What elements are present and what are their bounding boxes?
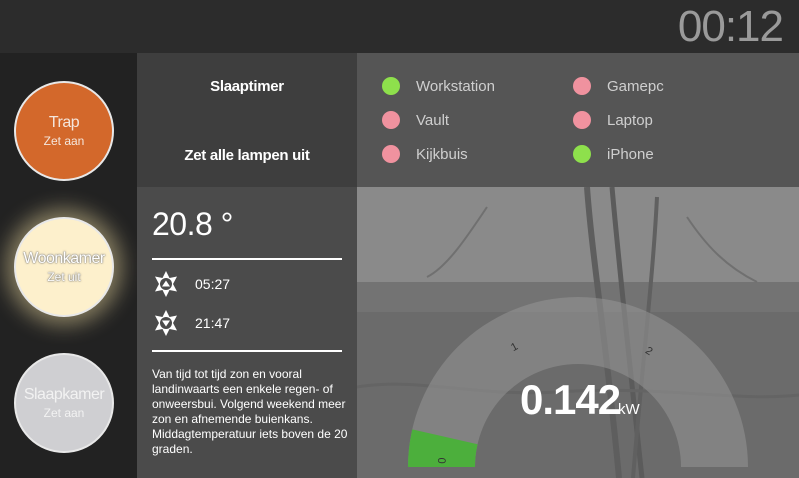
status-dot-icon: [382, 111, 400, 129]
power-panel: 0 1 2 0.142 kW: [357, 187, 799, 478]
sunset-time: 21:47: [195, 315, 231, 331]
status-dot-icon: [382, 77, 400, 95]
lamp-name: Woonkamer: [23, 250, 105, 267]
device-item-kijkbuis: Kijkbuis: [382, 145, 468, 163]
lamp-action: Zet uit: [47, 270, 81, 284]
clock: 00:12: [677, 2, 784, 51]
weather-panel: 20.8 ° 05:27 21:47 Van tijd tot tijd zon…: [137, 187, 357, 478]
lamp-name: Trap: [48, 114, 80, 131]
lamp-button-trap[interactable]: Trap Zet aan: [14, 81, 114, 181]
sunrise-icon: [155, 271, 177, 297]
lamp-name: Slaapkamer: [23, 386, 105, 403]
status-dot-icon: [382, 145, 400, 163]
device-item-workstation: Workstation: [382, 77, 495, 95]
power-value: 0.142: [520, 376, 621, 423]
lamp-action: Zet aan: [43, 134, 85, 148]
sunset-icon: [155, 310, 177, 336]
divider: [152, 350, 342, 352]
top-bar: 00:12: [0, 0, 799, 53]
sunset-row: 21:47: [152, 309, 230, 337]
device-name: Vault: [416, 111, 450, 129]
actions-panel: Slaaptimer Zet alle lampen uit: [137, 53, 357, 187]
gauge-tick-label: 0: [437, 457, 449, 464]
lamp-column: Trap Zet aan Woonkamer Zet uit Slaapkame…: [0, 53, 137, 478]
device-name: Workstation: [416, 77, 495, 95]
device-item-laptop: Laptop: [573, 111, 653, 129]
divider: [152, 258, 342, 260]
sunrise-time: 05:27: [195, 276, 231, 292]
device-item-iphone: iPhone: [573, 145, 654, 163]
temperature: 20.8 °: [152, 206, 233, 242]
status-dot-icon: [573, 145, 591, 163]
power-gauge: 0 1 2: [408, 297, 748, 467]
status-dot-icon: [573, 77, 591, 95]
device-name: Kijkbuis: [416, 145, 468, 163]
device-name: Laptop: [607, 111, 653, 129]
status-dot-icon: [573, 111, 591, 129]
lamp-action: Zet aan: [43, 406, 85, 420]
sleep-timer-button[interactable]: Slaaptimer: [137, 78, 357, 95]
device-name: iPhone: [607, 145, 654, 163]
sunrise-row: 05:27: [152, 270, 230, 298]
lamp-button-slaapkamer[interactable]: Slaapkamer Zet aan: [14, 353, 114, 453]
device-item-gamepc: Gamepc: [573, 77, 664, 95]
all-lamps-off-button[interactable]: Zet alle lampen uit: [137, 147, 357, 164]
device-status-panel: Workstation Vault Kijkbuis Gamepc Laptop…: [357, 53, 799, 187]
device-item-vault: Vault: [382, 111, 449, 129]
forecast-text: Van tijd tot tijd zon en vooral landinwa…: [152, 367, 348, 456]
lamp-button-woonkamer[interactable]: Woonkamer Zet uit: [14, 217, 114, 317]
power-unit: kW: [618, 401, 640, 418]
device-name: Gamepc: [607, 77, 664, 95]
